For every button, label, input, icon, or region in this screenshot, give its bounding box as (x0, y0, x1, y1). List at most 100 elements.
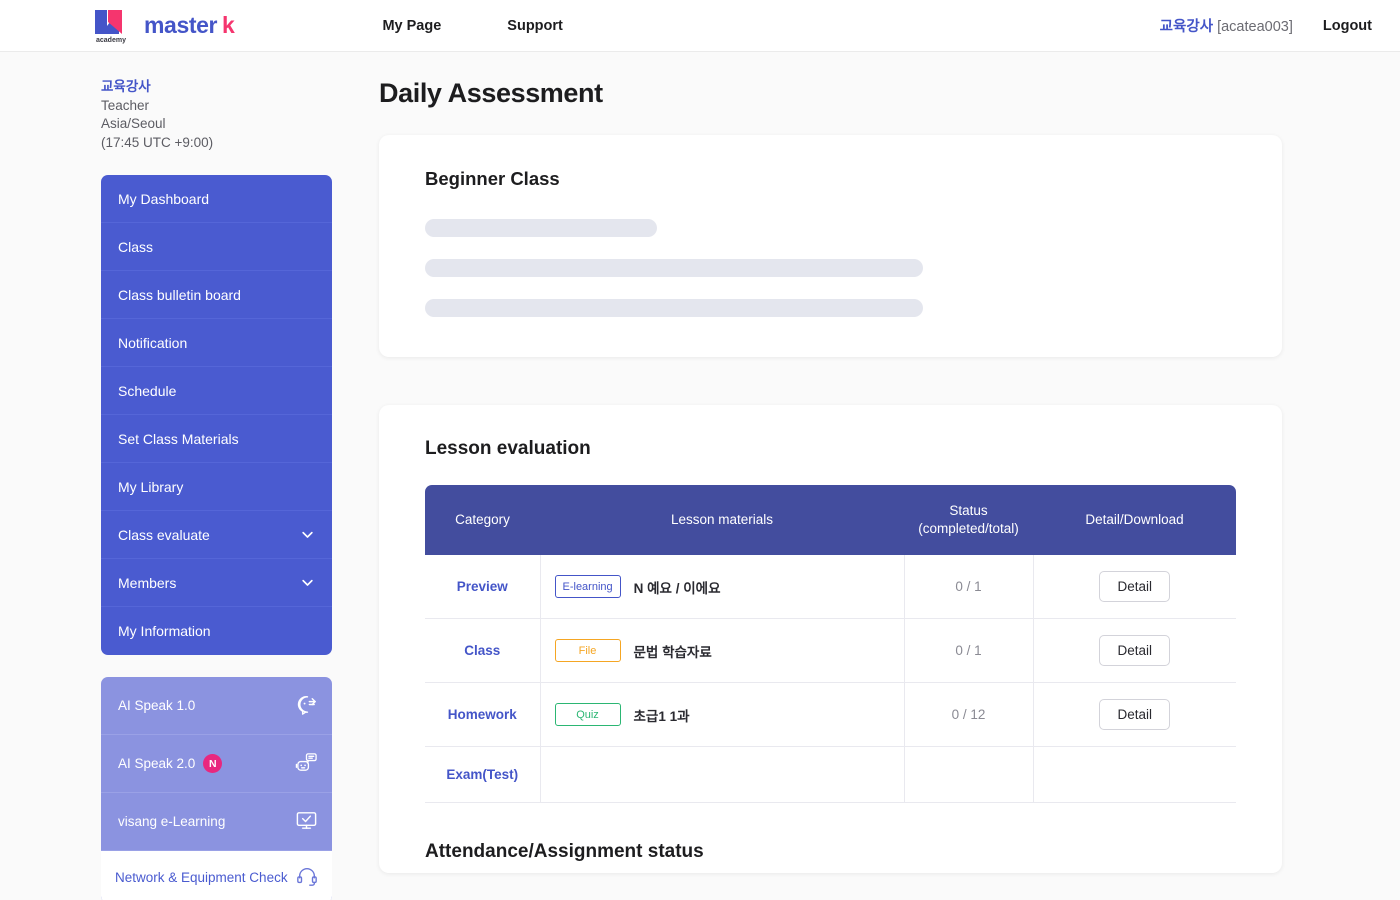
loading-placeholder-bar (425, 259, 923, 277)
class-card-title: Beginner Class (425, 168, 1236, 190)
cell-category[interactable]: Class (425, 619, 540, 683)
logo-wordmark: masterk (144, 12, 234, 39)
network-check-label: Network & Equipment Check (115, 870, 288, 885)
site-logo[interactable]: academy masterk (93, 8, 234, 44)
sidebar-item-notification[interactable]: Notification (101, 319, 332, 367)
main-content: Daily Assessment Beginner Class Lesson e… (336, 52, 1400, 900)
cell-status: 0 / 1 (904, 619, 1033, 683)
loading-placeholder-bar (425, 299, 923, 317)
nav-item-my-page[interactable]: My Page (382, 18, 441, 34)
sidebar-item-schedule[interactable]: Schedule (101, 367, 332, 415)
sidebar-item-label: Schedule (118, 383, 176, 399)
sidebar-item-set-class-materials[interactable]: Set Class Materials (101, 415, 332, 463)
cell-category[interactable]: Homework (425, 683, 540, 747)
sidebar-item-label: Class bulletin board (118, 287, 241, 303)
sidebar-item-label: My Dashboard (118, 191, 209, 207)
app-item-label: AI Speak 2.0 (118, 756, 195, 771)
cell-status: 0 / 12 (904, 683, 1033, 747)
masterk-logo-icon: academy (93, 8, 135, 44)
column-header-detail-download: Detail/Download (1033, 485, 1236, 555)
detail-button[interactable]: Detail (1099, 571, 1170, 602)
sidebar-item-label: My Library (118, 479, 183, 495)
column-header-category: Category (425, 485, 540, 555)
network-equipment-check-button[interactable]: Network & Equipment Check (101, 851, 332, 900)
sidebar-item-my-library[interactable]: My Library (101, 463, 332, 511)
material-name: 문법 학습자료 (634, 641, 712, 661)
material-type-tag: File (555, 639, 621, 662)
column-header-status-line2: (completed/total) (918, 521, 1019, 536)
table-row: Homework Quiz 초급1 1과 0 / 12 Detail (425, 683, 1236, 747)
headset-icon (296, 865, 318, 890)
app-item-ai-speak-1[interactable]: AI Speak 1.0 (101, 677, 332, 735)
column-header-status-line1: Status (949, 503, 987, 518)
material-wrap: Quiz 초급1 1과 (555, 703, 896, 726)
svg-text:academy: academy (96, 37, 126, 44)
page-title: Daily Assessment (379, 78, 1282, 109)
chevron-down-icon (300, 527, 315, 542)
logo-brand: master (144, 12, 217, 39)
loading-placeholder-bar (425, 219, 657, 237)
sidebar-item-label: Class evaluate (118, 527, 210, 543)
nav-item-support[interactable]: Support (507, 18, 563, 34)
app-item-label-wrap: AI Speak 1.0 (118, 698, 195, 713)
chevron-down-icon (300, 575, 315, 590)
detail-button[interactable]: Detail (1099, 635, 1170, 666)
material-name: 초급1 1과 (634, 705, 690, 725)
logo-accent: k (222, 12, 234, 39)
robot-chat-icon (295, 751, 318, 777)
cell-lesson-material: E-learning N 예요 / 이에요 (540, 555, 904, 619)
app-item-label-wrap: AI Speak 2.0 N (118, 754, 222, 773)
sidebar-item-class-evaluate[interactable]: Class evaluate (101, 511, 332, 559)
profile-localtime: (17:45 UTC +9:00) (101, 134, 336, 153)
class-card: Beginner Class (379, 135, 1282, 357)
sidebar: 교육강사 Teacher Asia/Seoul (17:45 UTC +9:00… (0, 52, 336, 900)
app-item-ai-speak-2[interactable]: AI Speak 2.0 N (101, 735, 332, 793)
column-header-lesson-materials: Lesson materials (540, 485, 904, 555)
cell-action (1033, 747, 1236, 803)
app-item-label-wrap: visang e-Learning (118, 814, 225, 829)
top-right-user-area: 교육강사 [acatea003] Logout (1160, 15, 1372, 36)
sidebar-item-label: Notification (118, 335, 187, 351)
table-head: Category Lesson materials Status (comple… (425, 485, 1236, 555)
sidebar-menu: My Dashboard Class Class bulletin board … (101, 175, 332, 655)
sidebar-item-class[interactable]: Class (101, 223, 332, 271)
cell-lesson-material: Quiz 초급1 1과 (540, 683, 904, 747)
sidebar-item-label: Set Class Materials (118, 431, 239, 447)
sidebar-profile: 교육강사 Teacher Asia/Seoul (17:45 UTC +9:00… (101, 78, 336, 152)
cell-category[interactable]: Preview (425, 555, 540, 619)
logout-button[interactable]: Logout (1323, 18, 1372, 34)
sidebar-item-my-dashboard[interactable]: My Dashboard (101, 175, 332, 223)
main-nav: My Page Support (382, 18, 562, 34)
lesson-evaluation-title: Lesson evaluation (425, 438, 1236, 460)
cell-action: Detail (1033, 619, 1236, 683)
detail-button[interactable]: Detail (1099, 699, 1170, 730)
sidebar-item-label: Class (118, 239, 153, 255)
column-header-status: Status (completed/total) (904, 485, 1033, 555)
material-wrap: E-learning N 예요 / 이에요 (555, 575, 896, 598)
monitor-check-icon (295, 809, 318, 835)
user-name[interactable]: 교육강사 (1160, 19, 1213, 35)
sidebar-item-label: Members (118, 575, 176, 591)
material-name: N 예요 / 이에요 (634, 577, 721, 597)
app-item-visang-elearning[interactable]: visang e-Learning (101, 793, 332, 851)
table-header-row: Category Lesson materials Status (comple… (425, 485, 1236, 555)
status-badge: N (203, 754, 222, 773)
cell-status (904, 747, 1033, 803)
table-row: Preview E-learning N 예요 / 이에요 0 / 1 Deta… (425, 555, 1236, 619)
table-row: Exam(Test) (425, 747, 1236, 803)
cell-category[interactable]: Exam(Test) (425, 747, 540, 803)
page-layout: 교육강사 Teacher Asia/Seoul (17:45 UTC +9:00… (0, 52, 1400, 900)
material-type-tag: E-learning (555, 575, 621, 598)
lesson-evaluation-table: Category Lesson materials Status (comple… (425, 485, 1236, 803)
sidebar-apps-panel: AI Speak 1.0 AI Speak 2.0 N (101, 677, 332, 900)
cell-status: 0 / 1 (904, 555, 1033, 619)
table-body: Preview E-learning N 예요 / 이에요 0 / 1 Deta… (425, 555, 1236, 803)
sidebar-item-class-bulletin-board[interactable]: Class bulletin board (101, 271, 332, 319)
user-info: 교육강사 [acatea003] (1160, 15, 1293, 36)
sidebar-item-members[interactable]: Members (101, 559, 332, 607)
speech-head-icon (295, 693, 318, 719)
profile-name: 교육강사 (101, 78, 336, 97)
sidebar-item-my-information[interactable]: My Information (101, 607, 332, 655)
lesson-evaluation-card: Lesson evaluation Category Lesson materi… (379, 405, 1282, 873)
user-id: [acatea003] (1217, 19, 1293, 35)
